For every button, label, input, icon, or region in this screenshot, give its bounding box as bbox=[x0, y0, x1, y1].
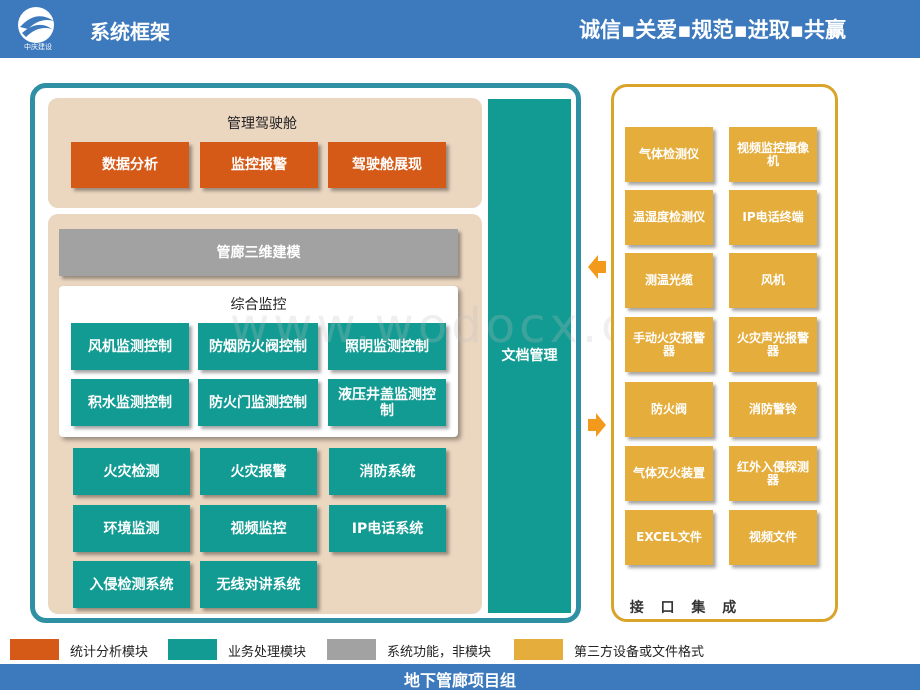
page-title: 系统框架 bbox=[90, 20, 170, 44]
business-item: 视频监控 bbox=[200, 505, 317, 552]
logo-text: 中庆建设 bbox=[24, 43, 52, 51]
interface-title: 接 口 集 成 bbox=[629, 600, 743, 616]
arrow-right-icon bbox=[588, 413, 606, 437]
legend-label-analysis: 统计分析模块 bbox=[70, 645, 149, 660]
business-item: 入侵检测系统 bbox=[73, 561, 190, 608]
interface-item: 视频文件 bbox=[729, 510, 817, 565]
interface-item: 防火阀 bbox=[625, 382, 713, 437]
interface-item: 手动火灾报警器 bbox=[625, 317, 713, 372]
legend-swatch-system bbox=[327, 639, 376, 660]
footer-text: 地下管廊项目组 bbox=[403, 671, 516, 690]
cockpit-item-cockpit-display: 驾驶舱展现 bbox=[328, 142, 446, 188]
slogan: 诚信▪关爱▪规范▪进取▪共赢 bbox=[579, 18, 846, 42]
interface-item: 气体灭火装置 bbox=[625, 446, 713, 501]
interface-item: EXCEL文件 bbox=[625, 510, 713, 565]
business-item: 火灾报警 bbox=[200, 448, 317, 495]
interface-item: 视频监控摄像机 bbox=[729, 127, 817, 182]
interface-item: 火灾声光报警器 bbox=[729, 317, 817, 372]
cockpit-item-monitor-alarm: 监控报警 bbox=[200, 142, 318, 188]
interface-item: 测温光缆 bbox=[625, 253, 713, 308]
legend-swatch-thirdparty bbox=[514, 639, 563, 660]
business-item: 火灾检测 bbox=[73, 448, 190, 495]
legend-label-system: 系统功能，非模块 bbox=[387, 645, 492, 660]
doc-management-bar: 文档管理 bbox=[488, 99, 571, 613]
cockpit-item-data-analysis: 数据分析 bbox=[71, 142, 189, 188]
legend-swatch-analysis bbox=[10, 639, 59, 660]
monitoring-item: 防火门监测控制 bbox=[198, 379, 318, 426]
interface-item: 消防警铃 bbox=[729, 382, 817, 437]
modeling-bar: 管廊三维建模 bbox=[59, 229, 458, 276]
legend-swatch-business bbox=[168, 639, 217, 660]
interface-item: IP电话终端 bbox=[729, 190, 817, 245]
business-item: IP电话系统 bbox=[329, 505, 446, 552]
business-item: 无线对讲系统 bbox=[200, 561, 317, 608]
interface-item: 红外入侵探测器 bbox=[729, 446, 817, 501]
cockpit-title: 管理驾驶舱 bbox=[227, 116, 297, 132]
interface-item: 气体检测仪 bbox=[625, 127, 713, 182]
monitoring-item: 液压井盖监测控制 bbox=[328, 379, 446, 426]
legend-label-thirdparty: 第三方设备或文件格式 bbox=[574, 645, 705, 660]
interface-item: 风机 bbox=[729, 253, 817, 308]
interface-item: 温湿度检测仪 bbox=[625, 190, 713, 245]
business-item: 环境监测 bbox=[73, 505, 190, 552]
business-item: 消防系统 bbox=[329, 448, 446, 495]
monitoring-item: 风机监测控制 bbox=[71, 323, 189, 370]
arrow-left-icon bbox=[588, 255, 606, 279]
legend-label-business: 业务处理模块 bbox=[228, 645, 307, 660]
monitoring-item: 积水监测控制 bbox=[71, 379, 189, 426]
